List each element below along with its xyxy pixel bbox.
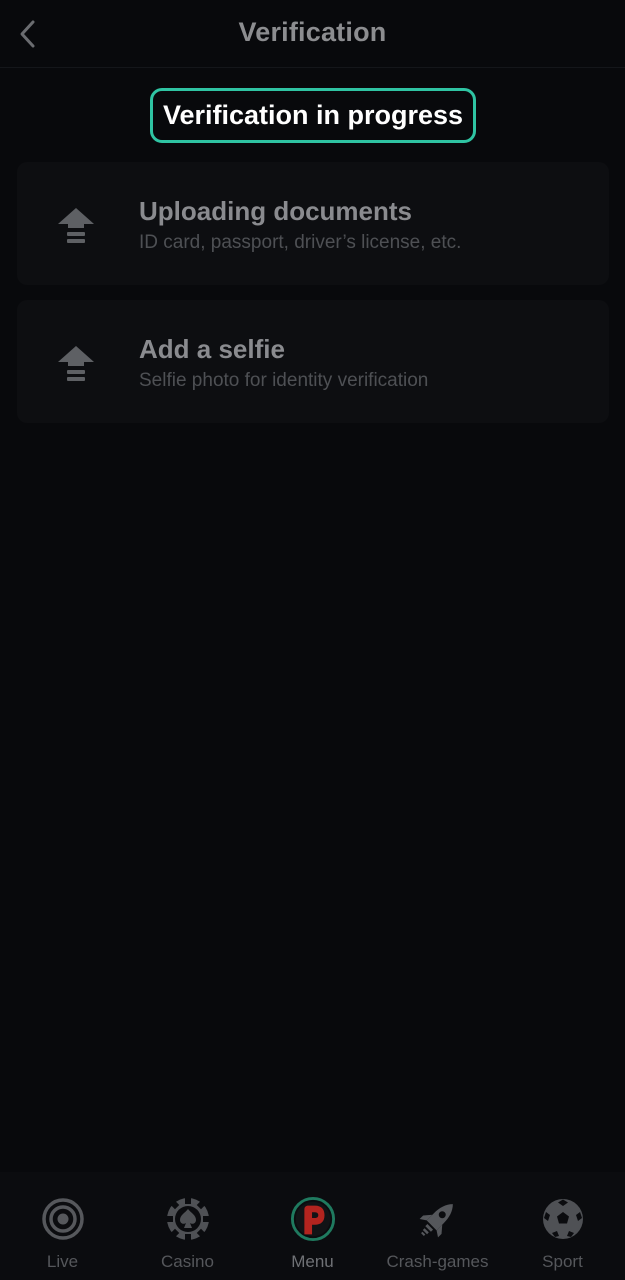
card-subtitle: ID card, passport, driver’s license, etc…: [139, 232, 462, 253]
add-selfie-card[interactable]: Add a selfie Selfie photo for identity v…: [17, 300, 609, 423]
verification-screen: Verification Verification in progress Up…: [0, 0, 625, 1280]
nav-label: Menu: [291, 1252, 334, 1271]
upload-icon: [55, 340, 97, 386]
card-title: Add a selfie: [139, 334, 285, 364]
card-subtitle: Selfie photo for identity verification: [139, 370, 429, 391]
nav-label: Sport: [542, 1252, 583, 1271]
nav-label: Live: [46, 1252, 79, 1271]
page-title: Verification: [238, 17, 387, 47]
live-icon: [40, 1196, 86, 1242]
verification-status-badge: Verification in progress: [150, 88, 476, 143]
app-header: Verification: [0, 0, 625, 68]
upload-documents-card[interactable]: Uploading documents ID card, passport, d…: [17, 162, 609, 285]
nav-item-casino[interactable]: Casino: [125, 1172, 250, 1280]
nav-item-live[interactable]: Live: [0, 1172, 125, 1280]
bottom-navigation: Live Casino Menu Crash-games Sport: [0, 1172, 625, 1280]
nav-label: Casino: [161, 1252, 214, 1271]
nav-label: Crash-games: [386, 1252, 489, 1271]
upload-icon: [55, 202, 97, 248]
casino-chip-icon: [165, 1196, 211, 1242]
soccer-ball-icon: [540, 1196, 586, 1242]
nav-item-crash-games[interactable]: Crash-games: [375, 1172, 500, 1280]
card-title: Uploading documents: [139, 196, 412, 226]
nav-item-menu[interactable]: Menu: [250, 1172, 375, 1280]
nav-item-sport[interactable]: Sport: [500, 1172, 625, 1280]
brand-logo-icon: [290, 1196, 336, 1242]
rocket-icon: [415, 1196, 461, 1242]
